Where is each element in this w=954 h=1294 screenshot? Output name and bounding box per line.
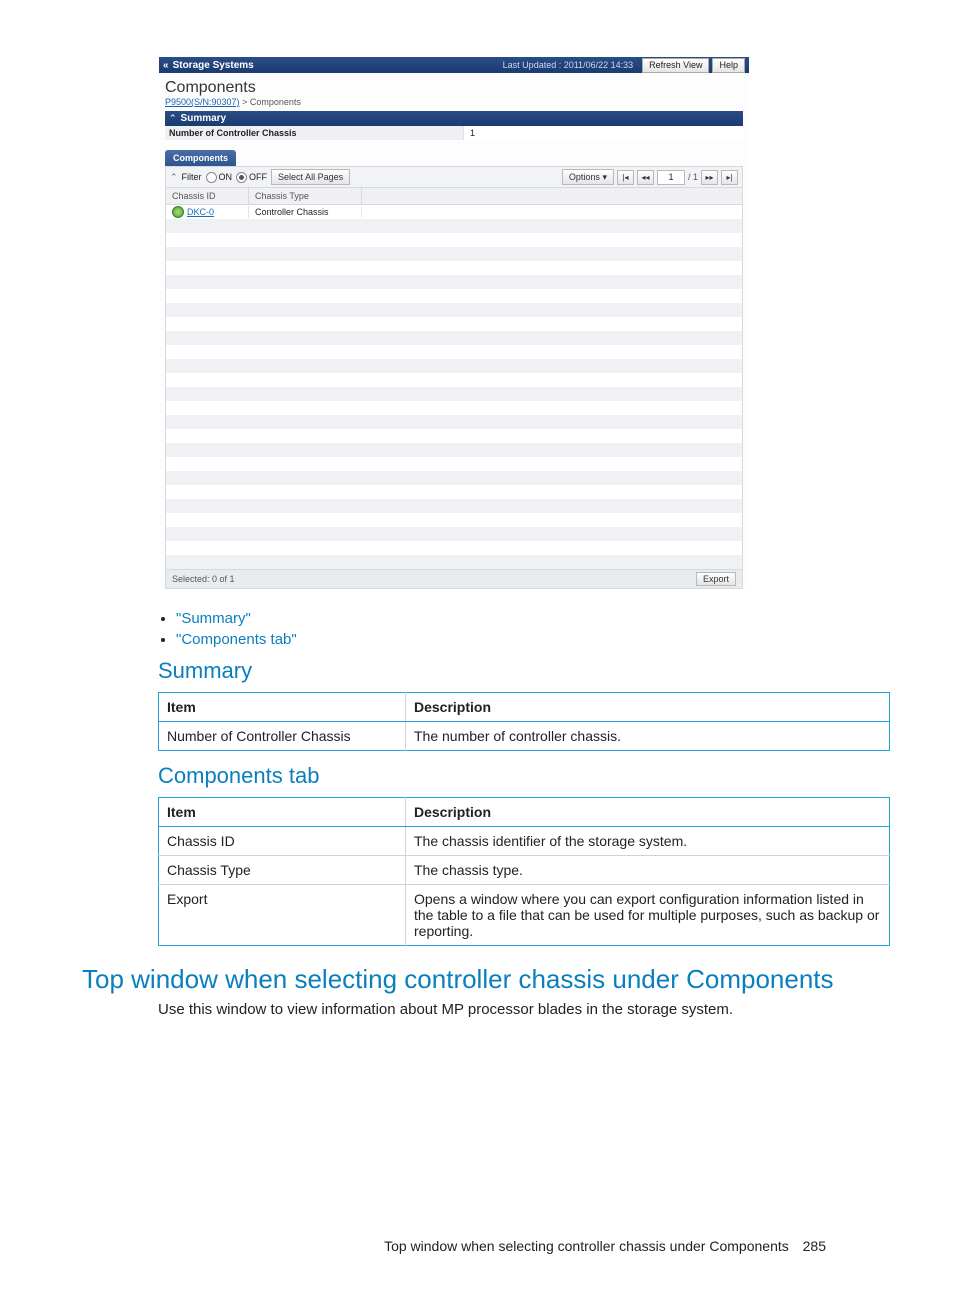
grid-header-chassis-id[interactable]: Chassis ID [166,188,249,204]
last-updated-label: Last Updated : 2011/06/22 14:33 [503,60,633,70]
body-paragraph: Use this window to view information abou… [158,1001,890,1018]
page-last-button[interactable]: ▸| [721,170,738,185]
filter-bar: ⌃ Filter ON OFF Select All Pages Options… [165,166,743,188]
list-item[interactable]: "Summary" [176,610,890,627]
summary-section-label: Summary [181,113,227,124]
page-title: Components [165,79,743,97]
selection-count-label: Selected: 0 of 1 [172,574,235,584]
breadcrumb-sep: > [242,97,247,107]
page-first-button[interactable]: |◂ [617,170,634,185]
table-row: Export Opens a window where you can expo… [159,885,890,946]
radio-selected-icon [236,172,247,183]
page-footer: Top window when selecting controller cha… [64,1238,890,1254]
help-button[interactable]: Help [712,58,745,73]
section-heading-summary: Summary [158,658,890,684]
refresh-view-button[interactable]: Refresh View [642,58,709,73]
summary-row-label: Number of Controller Chassis [165,126,464,140]
breadcrumb-current: Components [250,97,301,107]
page-input[interactable]: 1 [657,170,685,185]
chassis-id-link[interactable]: DKC-0 [187,207,214,217]
nav-back-label[interactable]: Storage Systems [173,60,254,71]
chassis-icon [172,206,184,218]
summary-row: Number of Controller Chassis 1 [165,126,743,140]
page-number: 285 [803,1238,826,1254]
page-total-label: / 1 [688,172,698,182]
app-screenshot: « Storage Systems Last Updated : 2011/06… [158,56,750,590]
table-row: Number of Controller Chassis The number … [159,722,890,751]
table-header: Description [406,798,890,827]
select-all-pages-button[interactable]: Select All Pages [271,169,350,185]
titlebar: « Storage Systems Last Updated : 2011/06… [159,57,749,73]
summary-section-header[interactable]: ⌃ Summary [165,111,743,126]
page-next-button[interactable]: ▸▸ [701,170,718,185]
table-row: Chassis Type The chassis type. [159,856,890,885]
options-button[interactable]: Options ▾ [562,169,614,185]
tab-components[interactable]: Components [165,150,236,166]
status-bar: Selected: 0 of 1 Export [165,569,743,589]
collapse-icon[interactable]: ⌃ [170,172,178,183]
bullet-list: "Summary" "Components tab" [158,610,890,648]
collapse-icon: ⌃ [169,113,177,124]
tab-bar: Components [165,150,743,166]
main-heading: Top window when selecting controller cha… [82,964,890,995]
table-row[interactable]: DKC-0 Controller Chassis [166,205,742,219]
summary-row-value: 1 [464,126,743,140]
back-chevron-icon[interactable]: « [163,60,169,71]
filter-label: Filter [182,172,202,182]
chassis-type-cell: Controller Chassis [249,207,362,217]
footer-text: Top window when selecting controller cha… [384,1238,789,1254]
export-button[interactable]: Export [696,572,736,586]
grid-body: DKC-0 Controller Chassis [165,205,743,569]
chevron-down-icon: ▾ [602,172,607,182]
radio-icon [206,172,217,183]
summary-table: Item Description Number of Controller Ch… [158,692,890,751]
section-heading-components-tab: Components tab [158,763,890,789]
table-header: Item [159,693,406,722]
table-header: Item [159,798,406,827]
list-item[interactable]: "Components tab" [176,631,890,648]
components-table: Item Description Chassis ID The chassis … [158,797,890,946]
page-prev-button[interactable]: ◂◂ [637,170,654,185]
filter-on-radio[interactable]: ON [206,172,233,183]
breadcrumb: P9500(S/N:90307) > Components [165,97,743,107]
grid-header-chassis-type[interactable]: Chassis Type [249,188,362,204]
breadcrumb-link[interactable]: P9500(S/N:90307) [165,97,240,107]
filter-off-radio[interactable]: OFF [236,172,267,183]
table-row: Chassis ID The chassis identifier of the… [159,827,890,856]
table-header: Description [406,693,890,722]
grid-header: Chassis ID Chassis Type [165,188,743,205]
